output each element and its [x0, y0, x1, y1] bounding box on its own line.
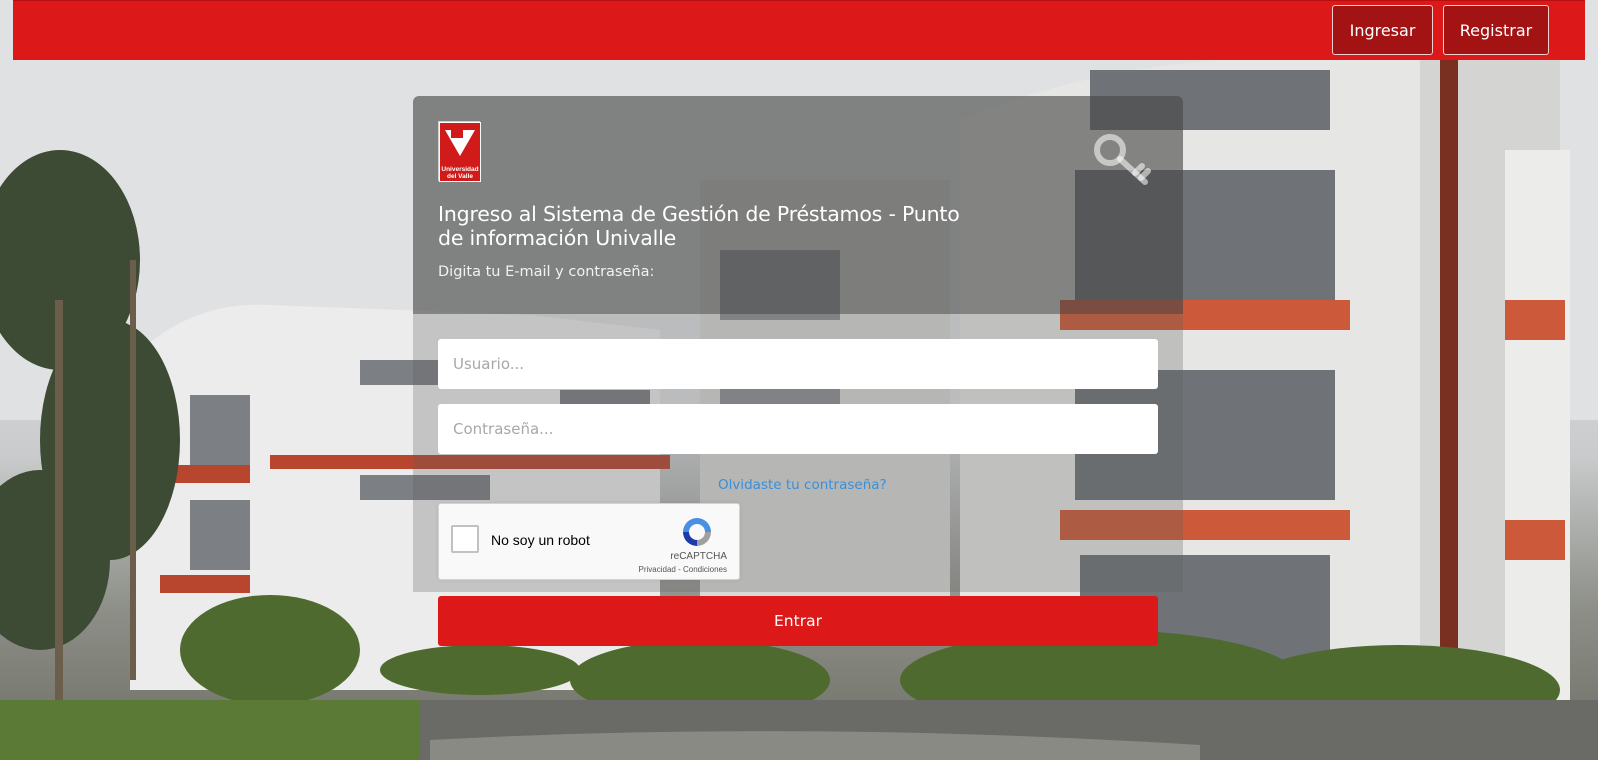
recaptcha-checkbox[interactable]: [451, 525, 479, 553]
username-input[interactable]: [438, 339, 1158, 389]
recaptcha-widget: No soy un robot reCAPTCHA Privacidad - C…: [438, 503, 740, 580]
logo-line-2: del Valle: [447, 173, 473, 180]
login-title: Ingreso al Sistema de Gestión de Préstam…: [438, 202, 960, 250]
register-nav-button[interactable]: Registrar: [1443, 5, 1549, 55]
recaptcha-label: No soy un robot: [491, 532, 590, 548]
submit-button[interactable]: Entrar: [438, 596, 1158, 646]
password-input[interactable]: [438, 404, 1158, 454]
recaptcha-logo-icon: [680, 515, 714, 549]
logo-line-1: Universidad: [441, 166, 478, 173]
forgot-password-link[interactable]: Olvidaste tu contraseña?: [718, 477, 887, 493]
recaptcha-brand: reCAPTCHA: [670, 551, 727, 562]
recaptcha-links[interactable]: Privacidad - Condiciones: [639, 565, 728, 574]
login-nav-button[interactable]: Ingresar: [1332, 5, 1433, 55]
login-subtitle: Digita tu E-mail y contraseña:: [438, 264, 655, 280]
univalle-logo: Universidad del Valle: [438, 121, 481, 182]
key-icon: [1090, 124, 1160, 194]
